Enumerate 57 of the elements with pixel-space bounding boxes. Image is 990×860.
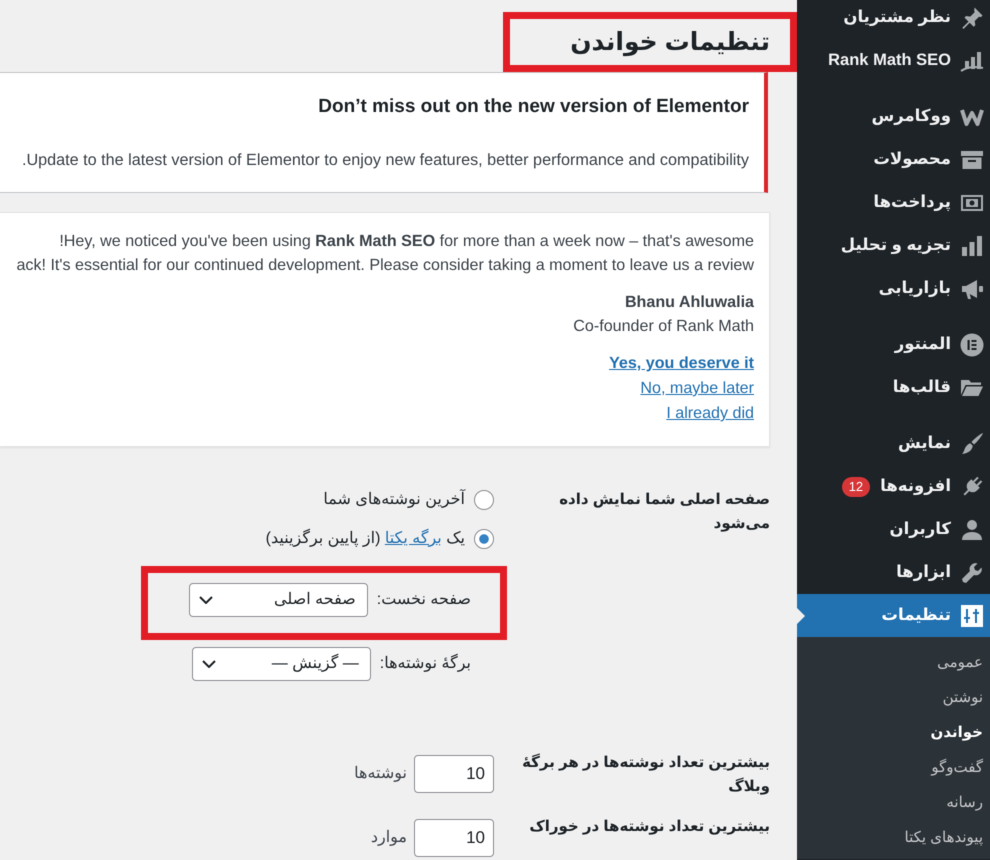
menu-item[interactable]: بازاریابی [797,267,990,310]
field-label: صفحه نخست: [376,590,471,610]
menu-item[interactable]: ابزارها [797,551,990,594]
brush-icon [960,432,984,456]
submenu-item[interactable]: نوشتن [942,680,990,715]
zigzag-logo-icon [960,108,984,126]
number-field[interactable]: 10 [414,819,494,857]
submenu-item[interactable]: گفت‌وگو [931,750,990,785]
submenu-item[interactable]: رسانه [946,785,990,820]
menu-item[interactable]: کاربران [797,508,990,551]
menu-item[interactable]: قالب‌ها [797,366,990,409]
radio-button[interactable] [474,529,494,549]
menu-item[interactable]: نمایش [797,422,990,465]
review-link[interactable]: Yes, you deserve it [609,354,754,372]
review-link[interactable]: I already did [666,404,754,422]
menu-item[interactable]: تنظیمات [797,594,990,637]
menu-item[interactable]: محصولات [797,138,990,181]
menu-item[interactable]: پرداخت‌ها [797,181,990,224]
submenu-item[interactable]: پیوندهای یکتا [904,820,990,855]
field-label: صفحه اصلی شما نمایش داده می‌شود [558,490,770,534]
menu-item[interactable]: ووکامرس [797,95,990,138]
number-field[interactable]: 10 [414,755,494,793]
page-select[interactable]: صفحه اصلی [188,583,368,617]
field-label: برگهٔ نوشته‌ها: [380,652,471,674]
menu-item[interactable]: نظر مشتریان [797,0,990,39]
submenu-item[interactable]: عمومی [937,645,990,680]
menu-item[interactable]: تجزیه و تحلیل [797,224,990,267]
pin-icon [960,6,984,30]
menu-item[interactable]: المنتور [797,323,990,366]
option-label: آخرین نوشته‌های شما [323,488,465,510]
chevron-icon [198,596,213,604]
pointer-icon [797,608,805,624]
notice-text: ack! It's essential for our continued development. Please consider taking a moment to leave us a review [15,255,754,276]
field-suffix: نوشته‌ها [354,764,407,784]
notice-title: Don’t miss out on the new version of Elementor [317,95,749,119]
field-suffix: موارد [370,828,407,848]
wrench-icon [960,560,984,584]
page-select[interactable]: — گزینش — [192,647,371,681]
radio-button[interactable] [474,490,494,510]
option-label: یک برگه یکتا (از پایین برگزینید) [266,528,465,549]
page-link[interactable]: برگه یکتا [384,530,442,547]
review-link[interactable]: No, maybe later [640,379,754,397]
field-label: بیشترین تعداد نوشته‌ها در خوراک [528,817,770,837]
field-label: بیشترین تعداد نوشته‌ها در هر برگهٔ وبلاگ [521,752,770,797]
notice-text: .Update to the latest version of Elementor to enjoy new features, better performance and compatibility [20,150,749,171]
menu-item[interactable]: Rank Math SEO [797,39,990,82]
update-count-badge: 12 [842,476,870,496]
round-logo-icon [960,332,984,356]
settings-icon [960,604,984,628]
submenu-item[interactable]: خواندن [930,715,990,750]
author-role: Co-founder of Rank Math [572,316,754,337]
notice-text: !Hey, we noticed you've been using Rank Math SEO for more than a week now – that's awesome [58,231,754,252]
user-icon [960,518,984,542]
page-title: تنظیمات خواندن [570,27,770,58]
author-name: Bhanu Ahluwalia [624,292,754,313]
chevron-icon [202,660,216,668]
bar-chart-icon [960,234,984,258]
